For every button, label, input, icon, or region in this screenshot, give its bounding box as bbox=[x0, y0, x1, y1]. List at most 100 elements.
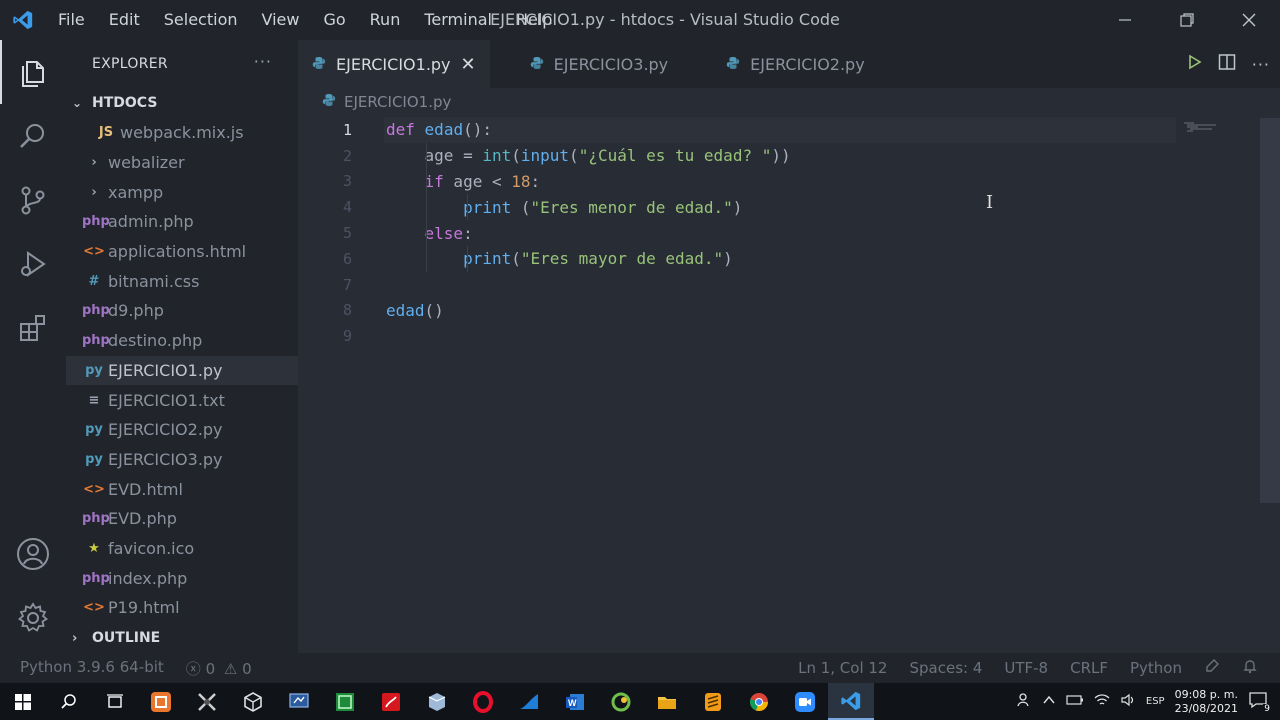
tree-item[interactable]: <> P19.html bbox=[66, 593, 298, 623]
taskbar-green-app-icon[interactable] bbox=[322, 683, 368, 720]
tree-item[interactable]: php destino.php bbox=[66, 326, 298, 356]
folder-htdocs[interactable]: ⌄ HTDOCS bbox=[66, 88, 298, 118]
action-center-icon[interactable]: 9 bbox=[1248, 691, 1271, 714]
sublime-text-icon[interactable] bbox=[690, 683, 736, 720]
taskbar-tool-icon[interactable] bbox=[184, 683, 230, 720]
feedback-icon[interactable] bbox=[1204, 658, 1220, 678]
menu-file[interactable]: File bbox=[46, 0, 97, 40]
more-actions-icon[interactable]: ··· bbox=[254, 52, 272, 71]
tree-item[interactable]: <> applications.html bbox=[66, 237, 298, 267]
opera-browser-icon[interactable] bbox=[460, 683, 506, 720]
taskbar-search-icon[interactable] bbox=[46, 683, 92, 720]
outline-section[interactable]: › OUTLINE bbox=[66, 623, 160, 653]
tree-item[interactable]: # bitnami.css bbox=[66, 266, 298, 296]
file-explorer-icon[interactable] bbox=[644, 683, 690, 720]
code-line[interactable]: 2 age = int(input("¿Cuál es tu edad? ")) bbox=[298, 143, 1280, 169]
search-icon[interactable] bbox=[0, 104, 66, 168]
code-line[interactable]: 5 else: bbox=[298, 220, 1280, 246]
encoding[interactable]: UTF-8 bbox=[1004, 659, 1048, 677]
explorer-files-icon[interactable] bbox=[0, 40, 66, 104]
tab-ejercicio2[interactable]: EJERCICIO2.py bbox=[682, 40, 879, 88]
tree-item[interactable]: php admin.php bbox=[66, 207, 298, 237]
tray-expand-icon[interactable] bbox=[1042, 693, 1056, 710]
volume-icon[interactable] bbox=[1120, 693, 1136, 710]
split-editor-icon[interactable] bbox=[1218, 53, 1236, 75]
taskbar-monitor-icon[interactable] bbox=[276, 683, 322, 720]
taskbar-app-orange-icon[interactable] bbox=[138, 683, 184, 720]
menu-run[interactable]: Run bbox=[358, 0, 413, 40]
tree-item[interactable]: › xampp bbox=[66, 177, 298, 207]
menu-edit[interactable]: Edit bbox=[97, 0, 152, 40]
python-interpreter[interactable]: Python 3.9.6 64-bit bbox=[20, 658, 164, 679]
minimize-button[interactable] bbox=[1094, 0, 1156, 40]
task-view-icon[interactable] bbox=[92, 683, 138, 720]
battery-icon[interactable] bbox=[1066, 693, 1084, 710]
tree-item[interactable]: <> EVD.html bbox=[66, 474, 298, 504]
tree-item[interactable]: py EJERCICIO2.py bbox=[66, 415, 298, 445]
code-line[interactable]: 4 print ("Eres menor de edad.") bbox=[298, 194, 1280, 220]
acrobat-reader-icon[interactable] bbox=[368, 683, 414, 720]
microsoft-word-icon[interactable]: W bbox=[552, 683, 598, 720]
settings-gear-icon[interactable] bbox=[0, 586, 66, 650]
tree-item[interactable]: py EJERCICIO3.py bbox=[66, 445, 298, 475]
end-of-line[interactable]: CRLF bbox=[1070, 659, 1108, 677]
clock[interactable]: 09:08 p. m. 23/08/2021 bbox=[1175, 688, 1238, 716]
menu-help[interactable]: Help bbox=[504, 0, 564, 40]
restore-button[interactable] bbox=[1156, 0, 1218, 40]
code-line[interactable]: 8 edad() bbox=[298, 298, 1280, 324]
people-icon[interactable] bbox=[1016, 692, 1032, 711]
indentation[interactable]: Spaces: 4 bbox=[909, 659, 982, 677]
input-language[interactable]: ESP bbox=[1146, 696, 1165, 707]
notifications-bell-icon[interactable] bbox=[1242, 658, 1258, 678]
tree-item[interactable]: JS webpack.mix.js bbox=[66, 118, 298, 148]
code-line[interactable]: 1 def edad(): bbox=[298, 117, 1280, 143]
tree-item-label: webpack.mix.js bbox=[120, 123, 244, 143]
minimap[interactable] bbox=[1184, 118, 1224, 132]
tree-item[interactable]: › webalizer bbox=[66, 148, 298, 178]
code-line[interactable]: 3 if age < 18: bbox=[298, 169, 1280, 195]
more-actions-icon[interactable]: ··· bbox=[1252, 55, 1270, 74]
code-line[interactable]: 9 bbox=[298, 323, 1280, 349]
taskbar-wave-app-icon[interactable] bbox=[506, 683, 552, 720]
code-text: print ("Eres menor de edad.") bbox=[463, 197, 743, 217]
chrome-browser-icon[interactable] bbox=[736, 683, 782, 720]
source-control-icon[interactable] bbox=[0, 168, 66, 232]
taskbar-green-circle-icon[interactable] bbox=[598, 683, 644, 720]
zoom-app-icon[interactable] bbox=[782, 683, 828, 720]
tab-ejercicio3[interactable]: EJERCICIO3.py bbox=[490, 40, 683, 88]
close-tab-icon[interactable]: ✕ bbox=[461, 54, 476, 75]
indent-guide bbox=[467, 246, 468, 272]
vertical-scrollbar[interactable] bbox=[1260, 118, 1280, 503]
accounts-icon[interactable] bbox=[0, 522, 66, 586]
language-mode[interactable]: Python bbox=[1130, 659, 1182, 677]
line-number: 1 bbox=[342, 120, 352, 139]
extensions-icon[interactable] bbox=[0, 296, 66, 360]
tree-item[interactable]: ★ favicon.ico bbox=[66, 534, 298, 564]
windows-start-icon[interactable] bbox=[0, 683, 46, 720]
tree-item[interactable]: py EJERCICIO1.py bbox=[66, 355, 298, 386]
wifi-icon[interactable] bbox=[1094, 693, 1110, 710]
code-editor[interactable]: 1 def edad(): 2 age = int(input("¿Cuál es … bbox=[298, 117, 1280, 349]
taskbar-cube-icon[interactable] bbox=[230, 683, 276, 720]
close-window-button[interactable] bbox=[1218, 0, 1280, 40]
tree-item[interactable]: php d9.php bbox=[66, 296, 298, 326]
menu-terminal[interactable]: Terminal bbox=[412, 0, 504, 40]
menu-go[interactable]: Go bbox=[311, 0, 357, 40]
run-python-file-icon[interactable] bbox=[1186, 54, 1202, 74]
problems-indicator[interactable]: ⓧ 0 ⚠ 0 bbox=[186, 658, 252, 679]
tree-item[interactable]: php EVD.php bbox=[66, 504, 298, 534]
vscode-logo-icon[interactable] bbox=[0, 0, 46, 40]
menu-view[interactable]: View bbox=[250, 0, 312, 40]
file-type-icon: php bbox=[82, 303, 110, 319]
taskbar-3d-box-icon[interactable] bbox=[414, 683, 460, 720]
tree-item[interactable]: php index.php bbox=[66, 563, 298, 593]
run-debug-icon[interactable] bbox=[0, 232, 66, 296]
code-line[interactable]: 7 bbox=[298, 272, 1280, 298]
vscode-taskbar-icon[interactable] bbox=[828, 683, 874, 720]
code-line[interactable]: 6 print("Eres mayor de edad.") bbox=[298, 246, 1280, 272]
tab-ejercicio1[interactable]: EJERCICIO1.py ✕ bbox=[298, 40, 490, 88]
breadcrumb[interactable]: EJERCICIO1.py bbox=[298, 88, 1280, 116]
tree-item[interactable]: ≡ EJERCICIO1.txt bbox=[66, 385, 298, 415]
cursor-position[interactable]: Ln 1, Col 12 bbox=[798, 659, 887, 677]
menu-selection[interactable]: Selection bbox=[152, 0, 250, 40]
